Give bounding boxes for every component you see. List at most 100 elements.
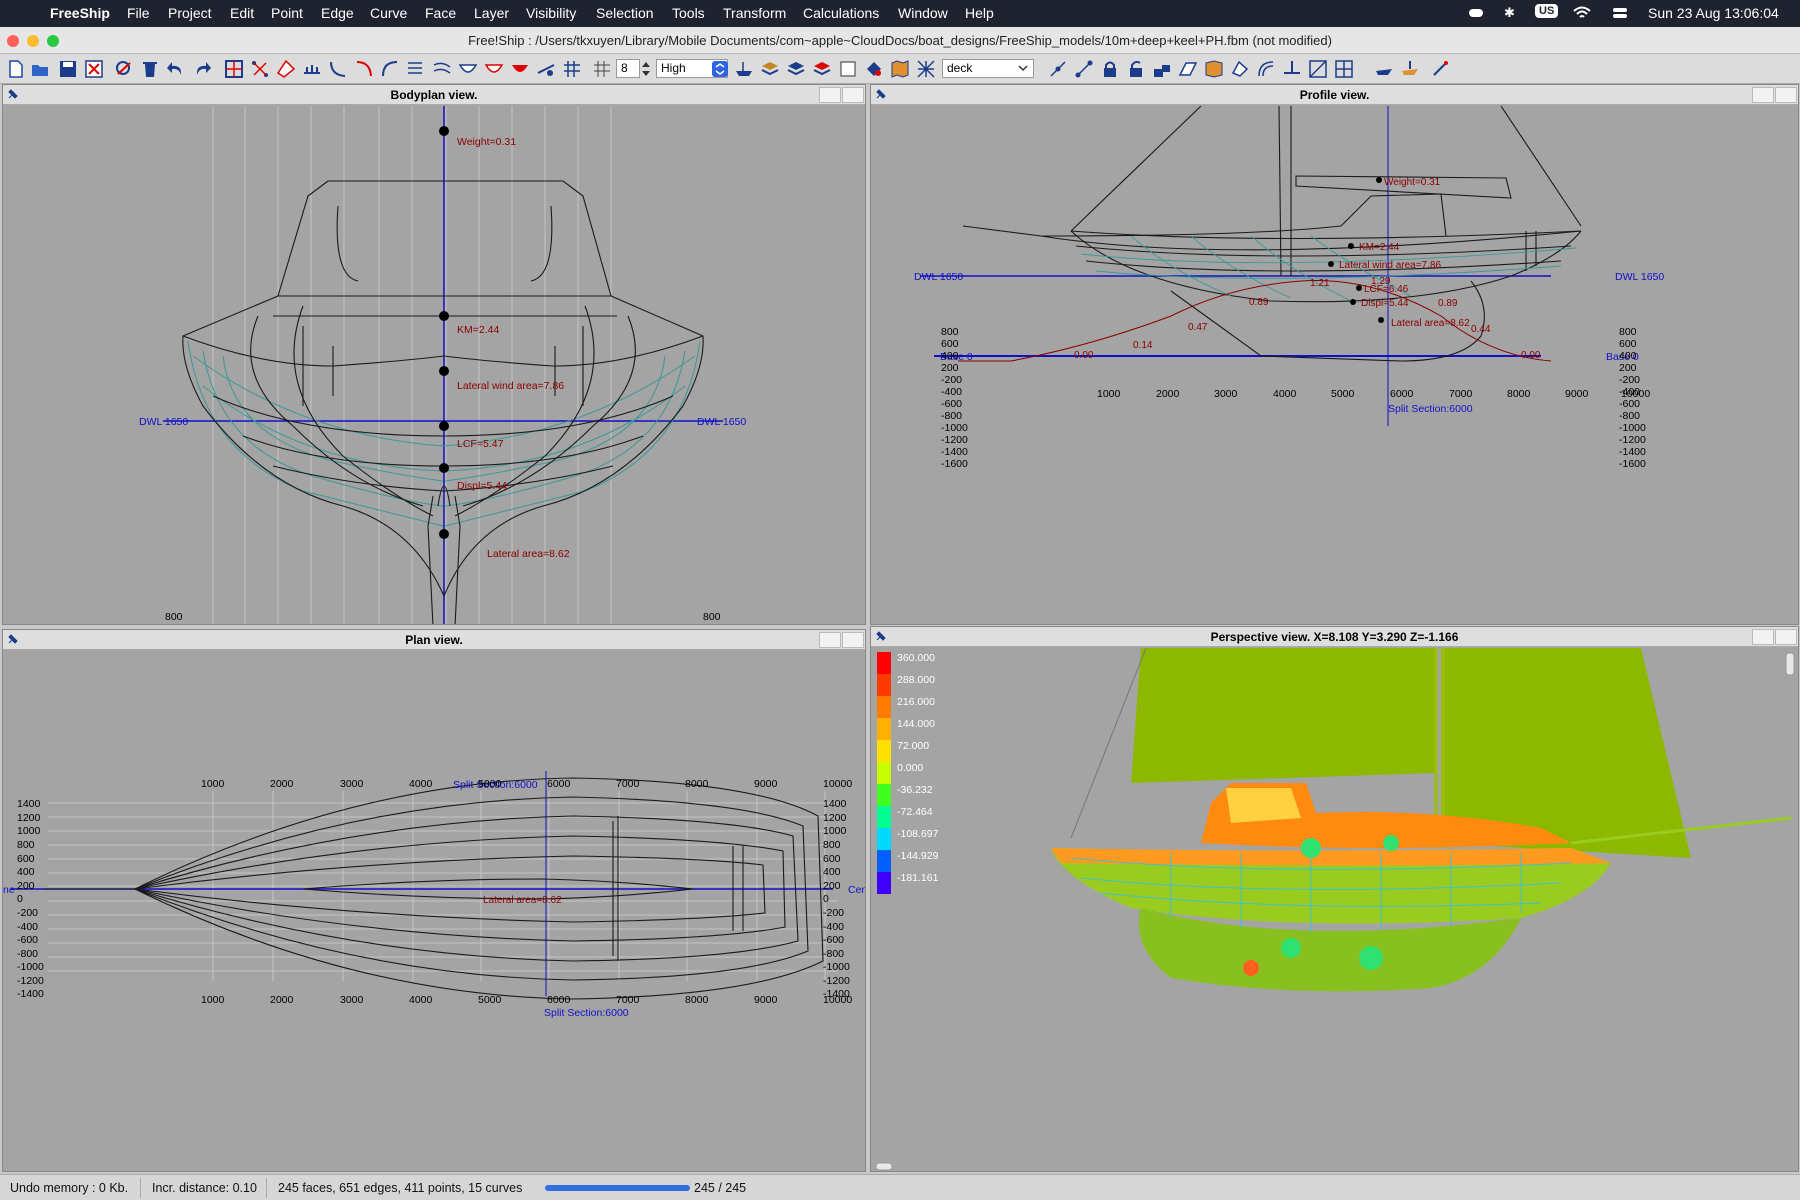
menu-selection[interactable]: Selection xyxy=(596,5,654,21)
panel-maximize-button[interactable] xyxy=(1775,629,1797,645)
panel-maximize-button[interactable] xyxy=(842,87,864,103)
profile-view-panel[interactable]: Profile view. 0.00 0.14 0.47 0.89 1.21 1… xyxy=(870,84,1799,625)
menu-face[interactable]: Face xyxy=(425,5,456,21)
collapse-edge-icon[interactable] xyxy=(1230,59,1250,79)
new-face-icon[interactable] xyxy=(1308,59,1328,79)
menu-transform[interactable]: Transform xyxy=(723,5,786,21)
panel-maximize-button[interactable] xyxy=(1775,87,1797,103)
close-file-icon[interactable] xyxy=(84,59,104,79)
panel-minimize-button[interactable] xyxy=(819,632,841,648)
subdivide-icon[interactable] xyxy=(1334,59,1354,79)
app-menu[interactable]: FreeShip xyxy=(50,5,110,21)
bluetooth-icon[interactable]: ✱ xyxy=(1504,5,1515,21)
interior-edges-icon[interactable] xyxy=(276,59,296,79)
layer-properties-icon[interactable] xyxy=(786,59,806,79)
menu-layer[interactable]: Layer xyxy=(474,5,509,21)
export-hull-icon[interactable] xyxy=(1400,59,1420,79)
import-hull-icon[interactable] xyxy=(1374,59,1394,79)
trash-icon[interactable] xyxy=(140,59,160,79)
y-tick: -1400 xyxy=(17,988,44,1000)
split-edge-icon[interactable] xyxy=(1204,59,1224,79)
grid-view-icon[interactable] xyxy=(224,59,244,79)
displacement-label: Displ=5.44 xyxy=(457,480,507,492)
stations-icon[interactable] xyxy=(302,59,322,79)
chevron-updown-icon[interactable] xyxy=(712,61,728,77)
menu-calculations[interactable]: Calculations xyxy=(803,5,879,21)
zebra-shading-icon[interactable] xyxy=(510,59,530,79)
pin-icon[interactable] xyxy=(7,633,19,645)
panel-maximize-button[interactable] xyxy=(842,632,864,648)
pin-icon[interactable] xyxy=(7,88,19,100)
unlock-all-icon[interactable] xyxy=(1152,59,1172,79)
delete-point-icon[interactable] xyxy=(114,59,134,79)
redo-icon[interactable] xyxy=(192,59,212,79)
hull-profile xyxy=(962,106,1582,362)
menu-project[interactable]: Project xyxy=(168,5,212,21)
layers-icon[interactable] xyxy=(760,59,780,79)
design-hydrostatics-icon[interactable] xyxy=(1430,59,1450,79)
panel-minimize-button[interactable] xyxy=(1752,87,1774,103)
lateral-wind-area-label: Lateral wind area=7.86 xyxy=(1339,260,1441,271)
menu-point[interactable]: Point xyxy=(271,5,303,21)
menu-window[interactable]: Window xyxy=(898,5,948,21)
menu-curve[interactable]: Curve xyxy=(370,5,407,21)
pin-icon[interactable] xyxy=(875,630,887,642)
save-icon[interactable] xyxy=(58,59,78,79)
plan-view-panel[interactable]: Plan view. Split Section:6000 Split Sect… xyxy=(2,629,866,1172)
panel-minimize-button[interactable] xyxy=(819,87,841,103)
pin-icon[interactable] xyxy=(875,88,887,100)
crease-edge-icon[interactable] xyxy=(1256,59,1276,79)
precision-input[interactable]: 8 xyxy=(616,59,640,78)
connect-points-icon[interactable] xyxy=(1074,59,1094,79)
control-center-icon[interactable] xyxy=(1612,6,1628,20)
menu-edit[interactable]: Edit xyxy=(230,5,254,21)
panel-minimize-button[interactable] xyxy=(1752,629,1774,645)
menu-visibility[interactable]: Visibility xyxy=(526,5,576,21)
perspective-view-panel[interactable]: Perspective view. X=8.108 Y=3.290 Z=-1.1… xyxy=(870,626,1799,1172)
gamepad-icon[interactable] xyxy=(1468,6,1484,20)
precision-stepper[interactable] xyxy=(640,59,652,79)
insert-point-icon[interactable] xyxy=(1048,59,1068,79)
precision-grid-icon[interactable] xyxy=(592,59,612,79)
y-tick: 200 xyxy=(941,362,959,374)
open-file-icon[interactable] xyxy=(30,59,50,79)
menu-tools[interactable]: Tools xyxy=(672,5,705,21)
grid-toggle-icon[interactable] xyxy=(562,59,582,79)
map-icon[interactable] xyxy=(890,59,910,79)
x-tick: 2000 xyxy=(1156,388,1180,400)
wifi-icon[interactable] xyxy=(1573,6,1591,20)
layer-color-icon[interactable] xyxy=(838,59,858,79)
flowlines-icon[interactable] xyxy=(432,59,452,79)
mesh-icon[interactable] xyxy=(916,59,936,79)
menubar-clock[interactable]: Sun 23 Aug 13:06:04 xyxy=(1648,5,1779,21)
menu-help[interactable]: Help xyxy=(965,5,994,21)
profile-canvas[interactable]: 0.00 0.14 0.47 0.89 1.21 1.29 0.89 0.44 … xyxy=(871,106,1799,625)
boat-icon[interactable] xyxy=(734,59,754,79)
bodyplan-canvas[interactable]: Weight=0.31 KM=2.44 Lateral wind area=7.… xyxy=(3,106,866,625)
bodyplan-view-panel[interactable]: Bodyplan view. Weight=0.31 KM=2.44 Later… xyxy=(2,84,866,625)
split-section-label: Split Section:6000 xyxy=(1388,403,1473,415)
intersect-layers-icon[interactable] xyxy=(1282,59,1302,79)
waterlines-icon[interactable] xyxy=(354,59,374,79)
control-net-icon[interactable] xyxy=(250,59,270,79)
shade-hull-icon[interactable] xyxy=(458,59,478,79)
curvature-icon[interactable] xyxy=(484,59,504,79)
extrude-edge-icon[interactable] xyxy=(1178,59,1198,79)
perspective-canvas[interactable]: 360.000 288.000 216.000 144.000 72.000 0… xyxy=(871,648,1799,1172)
plan-canvas[interactable]: Split Section:6000 Split Section:6000 ne… xyxy=(3,651,866,1172)
hydrostatic-features-icon[interactable] xyxy=(406,59,426,79)
active-layer-icon[interactable] xyxy=(812,59,832,79)
input-source-badge[interactable]: US xyxy=(1535,4,1559,18)
menu-edge[interactable]: Edge xyxy=(321,5,354,21)
horizontal-scrollbar[interactable] xyxy=(875,1162,893,1171)
vertical-scrollbar[interactable] xyxy=(1785,652,1795,676)
diagonals-icon[interactable] xyxy=(380,59,400,79)
unlock-icon[interactable] xyxy=(1126,59,1146,79)
developable-icon[interactable] xyxy=(536,59,556,79)
menu-file[interactable]: File xyxy=(127,5,150,21)
layer-tools-icon[interactable] xyxy=(864,59,884,79)
lock-icon[interactable] xyxy=(1100,59,1120,79)
buttocks-icon[interactable] xyxy=(328,59,348,79)
new-file-icon[interactable] xyxy=(6,59,26,79)
undo-icon[interactable] xyxy=(166,59,186,79)
